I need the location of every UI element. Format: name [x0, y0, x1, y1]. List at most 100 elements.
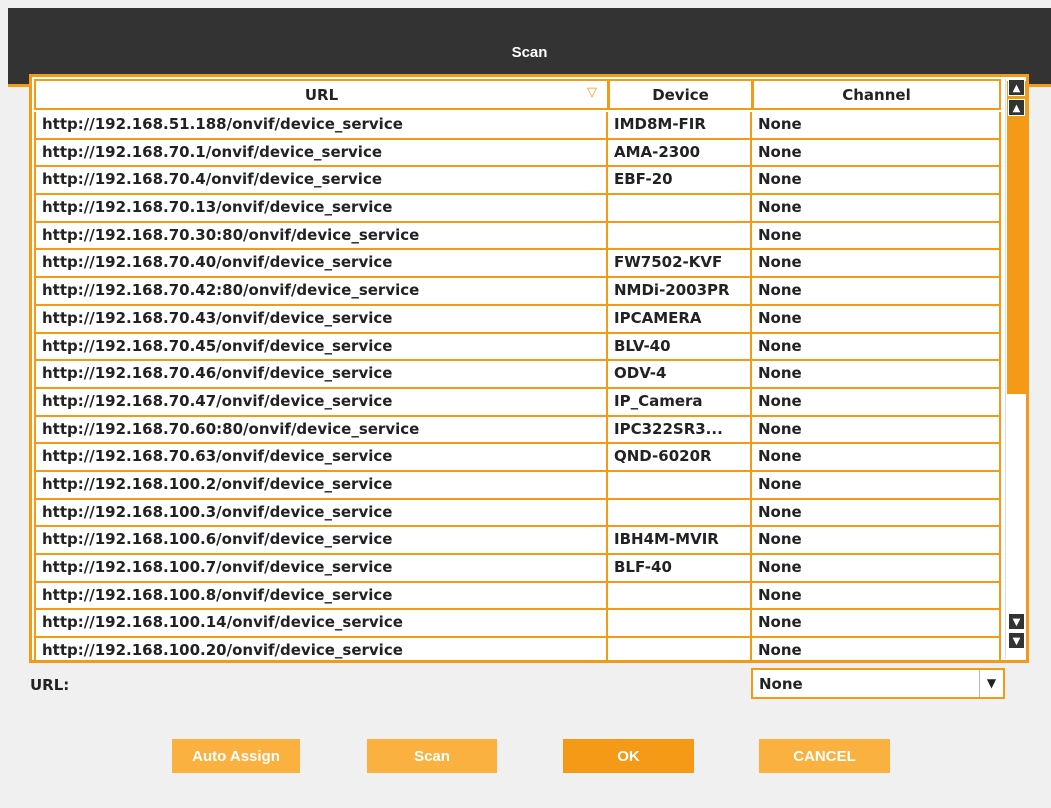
url-field-label: URL:	[30, 676, 70, 694]
cell-channel[interactable]: None	[752, 527, 1001, 555]
table-row[interactable]: http://192.168.100.8/onvif/device_servic…	[34, 582, 1003, 611]
table-row[interactable]: http://192.168.70.4/onvif/device_service…	[34, 167, 1003, 196]
cancel-button[interactable]: CANCEL	[759, 739, 890, 773]
cell-channel[interactable]: None	[752, 278, 1001, 306]
table-row[interactable]: http://192.168.70.30:80/onvif/device_ser…	[34, 222, 1003, 251]
cell-channel[interactable]: None	[752, 388, 1001, 417]
cell-url: http://192.168.70.30:80/onvif/device_ser…	[34, 222, 608, 251]
cell-channel[interactable]: None	[752, 195, 1001, 223]
cell-url: http://192.168.70.43/onvif/device_servic…	[34, 305, 608, 334]
cell-channel[interactable]: None	[752, 638, 1001, 660]
table-row[interactable]: http://192.168.70.13/onvif/device_servic…	[34, 195, 1003, 223]
column-header-url-label: URL	[304, 85, 339, 104]
cell-channel[interactable]: None	[752, 444, 1001, 472]
device-table: URL ▽ Device Channel http://192.168.51.1…	[29, 74, 1029, 663]
table-body: http://192.168.51.188/onvif/device_servi…	[34, 112, 1003, 660]
cell-device: EBF-20	[608, 167, 752, 196]
column-header-channel-label: Channel	[842, 85, 911, 104]
dialog-title: Scan	[511, 44, 548, 61]
table-row[interactable]: http://192.168.100.2/onvif/device_servic…	[34, 471, 1003, 500]
cell-channel[interactable]: None	[752, 112, 1001, 140]
cell-device: IMD8M-FIR	[608, 112, 752, 140]
table-row[interactable]: http://192.168.70.43/onvif/device_servic…	[34, 305, 1003, 334]
column-header-device[interactable]: Device	[608, 79, 752, 110]
table-row[interactable]: http://192.168.51.188/onvif/device_servi…	[34, 112, 1003, 140]
scroll-up-icon[interactable]: ▲	[1008, 99, 1025, 116]
scroll-top-icon[interactable]: ▲	[1008, 79, 1025, 96]
scan-button[interactable]: Scan	[367, 739, 497, 773]
table-row[interactable]: http://192.168.70.45/onvif/device_servic…	[34, 333, 1003, 362]
ok-button[interactable]: OK	[563, 739, 694, 773]
cell-device	[608, 638, 752, 660]
cell-url: http://192.168.70.40/onvif/device_servic…	[34, 250, 608, 279]
table-row[interactable]: http://192.168.100.6/onvif/device_servic…	[34, 527, 1003, 555]
cell-url: http://192.168.100.2/onvif/device_servic…	[34, 471, 608, 500]
scroll-bottom-icon[interactable]: ▼	[1008, 632, 1025, 649]
cell-url: http://192.168.70.1/onvif/device_service	[34, 139, 608, 168]
cell-url: http://192.168.100.20/onvif/device_servi…	[34, 638, 608, 660]
cell-channel[interactable]: None	[752, 416, 1001, 445]
cell-url: http://192.168.70.46/onvif/device_servic…	[34, 361, 608, 389]
cell-url: http://192.168.100.3/onvif/device_servic…	[34, 499, 608, 528]
cell-url: http://192.168.70.13/onvif/device_servic…	[34, 195, 608, 223]
cell-channel[interactable]: None	[752, 139, 1001, 168]
cell-url: http://192.168.100.6/onvif/device_servic…	[34, 527, 608, 555]
table-row[interactable]: http://192.168.70.60:80/onvif/device_ser…	[34, 416, 1003, 445]
table-row[interactable]: http://192.168.70.46/onvif/device_servic…	[34, 361, 1003, 389]
cell-channel[interactable]: None	[752, 499, 1001, 528]
cell-device: NMDi-2003PR	[608, 278, 752, 306]
cell-channel[interactable]: None	[752, 471, 1001, 500]
table-row[interactable]: http://192.168.100.7/onvif/device_servic…	[34, 555, 1003, 583]
url-channel-select[interactable]: None ▼	[751, 668, 1005, 699]
column-header-channel[interactable]: Channel	[752, 79, 1001, 110]
table-scrollbar[interactable]: ▲ ▲ ▼ ▼	[1005, 79, 1026, 659]
sort-triangle-icon[interactable]: ▽	[587, 85, 597, 100]
cell-device: IBH4M-MVIR	[608, 527, 752, 555]
cell-channel[interactable]: None	[752, 167, 1001, 196]
cell-channel[interactable]: None	[752, 250, 1001, 279]
cell-device	[608, 195, 752, 223]
cell-url: http://192.168.70.4/onvif/device_service	[34, 167, 608, 196]
cell-channel[interactable]: None	[752, 333, 1001, 362]
table-row[interactable]: http://192.168.100.3/onvif/device_servic…	[34, 499, 1003, 528]
cell-channel[interactable]: None	[752, 361, 1001, 389]
column-header-url[interactable]: URL ▽	[34, 79, 608, 110]
cell-device: QND-6020R	[608, 444, 752, 472]
column-header-device-label: Device	[652, 85, 709, 104]
cell-url: http://192.168.70.45/onvif/device_servic…	[34, 333, 608, 362]
cell-url: http://192.168.100.7/onvif/device_servic…	[34, 555, 608, 583]
table-row[interactable]: http://192.168.70.42:80/onvif/device_ser…	[34, 278, 1003, 306]
cell-device: IP_Camera	[608, 388, 752, 417]
cell-channel[interactable]: None	[752, 610, 1001, 639]
table-row[interactable]: http://192.168.70.1/onvif/device_service…	[34, 139, 1003, 168]
cell-device: BLF-40	[608, 555, 752, 583]
cell-device: ODV-4	[608, 361, 752, 389]
cell-url: http://192.168.100.14/onvif/device_servi…	[34, 610, 608, 639]
table-row[interactable]: http://192.168.100.20/onvif/device_servi…	[34, 638, 1003, 660]
cell-url: http://192.168.70.63/onvif/device_servic…	[34, 444, 608, 472]
cell-device: AMA-2300	[608, 139, 752, 168]
cell-device: IPC322SR3...	[608, 416, 752, 445]
cell-url: http://192.168.51.188/onvif/device_servi…	[34, 112, 608, 140]
auto-assign-button[interactable]: Auto Assign	[172, 739, 300, 773]
dropdown-arrow-icon[interactable]: ▼	[979, 670, 1003, 697]
cell-channel[interactable]: None	[752, 305, 1001, 334]
table-header: URL ▽ Device Channel	[34, 79, 1001, 110]
scan-dialog: Scan URL ▽ Device Channel http://192.168…	[8, 8, 1051, 808]
url-channel-select-value: None	[759, 675, 803, 693]
cell-channel[interactable]: None	[752, 582, 1001, 611]
table-row[interactable]: http://192.168.70.40/onvif/device_servic…	[34, 250, 1003, 279]
table-row[interactable]: http://192.168.100.14/onvif/device_servi…	[34, 610, 1003, 639]
table-row[interactable]: http://192.168.70.63/onvif/device_servic…	[34, 444, 1003, 472]
cell-device	[608, 499, 752, 528]
cell-url: http://192.168.70.47/onvif/device_servic…	[34, 388, 608, 417]
table-row[interactable]: http://192.168.70.47/onvif/device_servic…	[34, 388, 1003, 417]
scroll-down-icon[interactable]: ▼	[1008, 613, 1025, 630]
cell-channel[interactable]: None	[752, 555, 1001, 583]
cell-device	[608, 610, 752, 639]
scroll-thumb[interactable]	[1007, 81, 1026, 394]
cell-url: http://192.168.70.60:80/onvif/device_ser…	[34, 416, 608, 445]
cell-channel[interactable]: None	[752, 222, 1001, 251]
cell-device: BLV-40	[608, 333, 752, 362]
cell-url: http://192.168.100.8/onvif/device_servic…	[34, 582, 608, 611]
